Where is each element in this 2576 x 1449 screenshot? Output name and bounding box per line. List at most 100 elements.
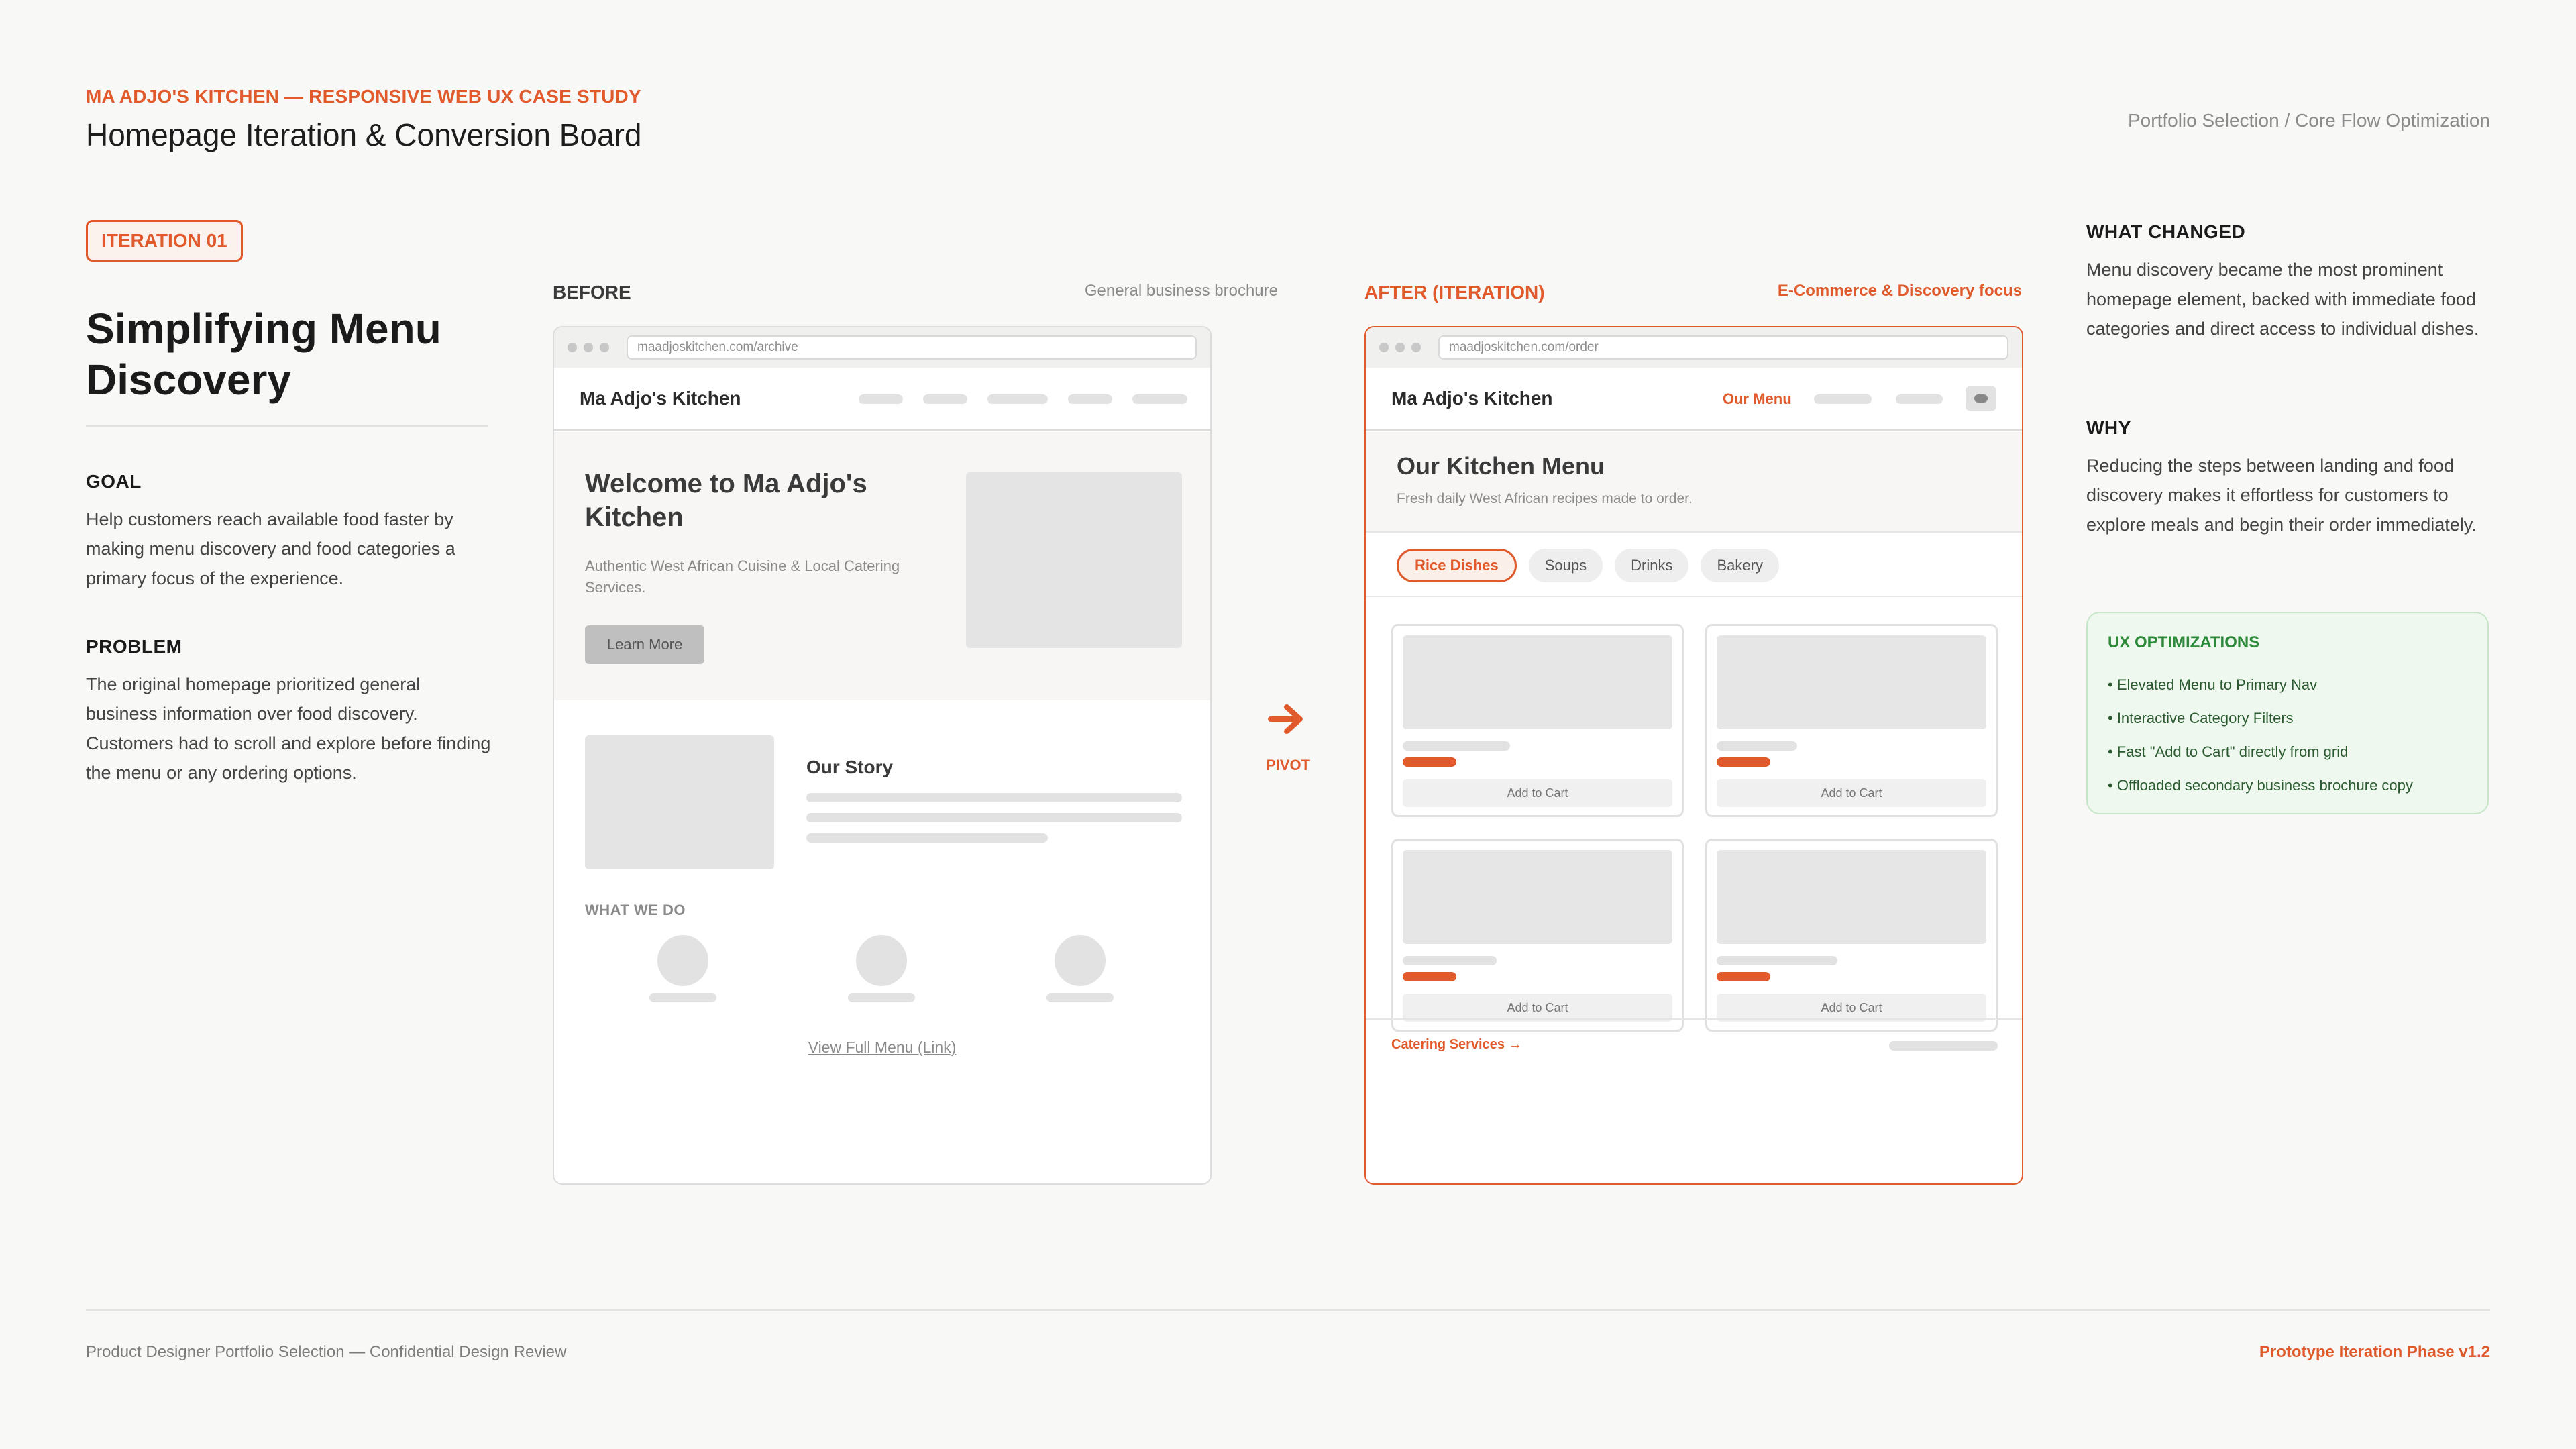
filter-chip-rice-dishes[interactable]: Rice Dishes — [1397, 549, 1517, 582]
catering-services-link[interactable]: Catering Services → — [1391, 1037, 1522, 1053]
footer-divider — [86, 1309, 2490, 1311]
hero-section: Welcome to Ma Adjo's Kitchen Authentic W… — [554, 432, 1210, 700]
dish-image-placeholder — [1717, 850, 1986, 944]
arrow-right-icon — [1268, 704, 1303, 734]
service-icon — [657, 935, 708, 986]
hero-image-placeholder — [966, 472, 1182, 648]
dish-card[interactable]: Add to Cart — [1705, 624, 1998, 817]
problem-text: The original homepage prioritized genera… — [86, 674, 491, 783]
window-dot-icon — [584, 343, 593, 352]
what-changed-label: WHAT CHANGED — [2086, 221, 2246, 242]
view-full-menu-link[interactable]: View Full Menu (Link) — [554, 1038, 1210, 1057]
hero-subtitle: Authentic West African Cuisine & Local C… — [585, 557, 900, 596]
story-image-placeholder — [585, 735, 774, 869]
what-we-do-heading: WHAT WE DO — [585, 902, 686, 918]
brand-logo[interactable]: Ma Adjo's Kitchen — [580, 388, 741, 409]
brand-logo[interactable]: Ma Adjo's Kitchen — [1391, 388, 1553, 409]
browser-chrome: maadjoskitchen.com/archive — [554, 327, 1210, 368]
before-browser-mockup: maadjoskitchen.com/archive Ma Adjo's Kit… — [553, 326, 1212, 1185]
add-to-cart-button[interactable]: Add to Cart — [1403, 779, 1672, 807]
why-text: Reducing the steps between landing and f… — [2086, 455, 2477, 535]
phase-label: Prototype Iteration Phase v1.2 — [2259, 1343, 2490, 1361]
before-navbar: Ma Adjo's Kitchen — [554, 368, 1210, 431]
menu-subtitle: Fresh daily West African recipes made to… — [1397, 491, 1693, 506]
nav-placeholder[interactable] — [1068, 394, 1112, 404]
after-caption: E-Commerce & Discovery focus — [1777, 282, 2022, 300]
price-placeholder — [1717, 972, 1770, 981]
add-to-cart-button[interactable]: Add to Cart — [1403, 994, 1672, 1022]
after-label: AFTER (ITERATION) — [1364, 282, 1545, 303]
text-placeholder — [806, 813, 1182, 822]
filter-chip-bakery[interactable]: Bakery — [1701, 549, 1779, 582]
ux-optimizations-title: UX OPTIMIZATIONS — [2108, 633, 2260, 651]
add-to-cart-button[interactable]: Add to Cart — [1717, 779, 1986, 807]
browser-chrome: maadjoskitchen.com/order — [1366, 327, 2022, 368]
text-placeholder — [806, 793, 1182, 802]
dish-image-placeholder — [1403, 635, 1672, 729]
board-title: Homepage Iteration & Conversion Board — [86, 117, 642, 152]
text-placeholder — [649, 993, 716, 1002]
problem-label: PROBLEM — [86, 636, 182, 657]
cart-icon[interactable] — [1966, 386, 1996, 411]
dish-card[interactable]: Add to Cart — [1391, 839, 1684, 1032]
divider — [86, 425, 488, 427]
nav-placeholder[interactable] — [1896, 394, 1943, 404]
nav-placeholder[interactable] — [859, 394, 903, 404]
window-dot-icon — [1395, 343, 1405, 352]
after-browser-mockup: maadjoskitchen.com/order Ma Adjo's Kitch… — [1364, 326, 2023, 1185]
nav-placeholder[interactable] — [923, 394, 967, 404]
case-study-kicker: MA ADJO'S KITCHEN — RESPONSIVE WEB UX CA… — [86, 86, 641, 107]
goal-label: GOAL — [86, 471, 142, 492]
nav-placeholder[interactable] — [1814, 394, 1872, 404]
text-placeholder — [1403, 741, 1510, 751]
address-bar[interactable]: maadjoskitchen.com/order — [1438, 335, 2008, 360]
category-filters: Rice Dishes Soups Drinks Bakery — [1397, 549, 1779, 582]
dish-image-placeholder — [1403, 850, 1672, 944]
learn-more-button[interactable]: Learn More — [585, 625, 704, 664]
filter-chip-drinks[interactable]: Drinks — [1615, 549, 1689, 582]
window-dot-icon — [568, 343, 577, 352]
pivot-label: PIVOT — [1265, 757, 1310, 773]
dish-image-placeholder — [1717, 635, 1986, 729]
nav-placeholder[interactable] — [987, 394, 1048, 404]
ux-optimizations-panel: UX OPTIMIZATIONS • Elevated Menu to Prim… — [2086, 612, 2489, 814]
ux-item: • Interactive Category Filters — [2108, 710, 2294, 727]
window-dot-icon — [1379, 343, 1389, 352]
after-navbar: Ma Adjo's Kitchen Our Menu — [1366, 368, 2022, 431]
text-placeholder — [1046, 993, 1114, 1002]
text-placeholder — [1889, 1041, 1998, 1051]
text-placeholder — [848, 993, 915, 1002]
before-caption: General business brochure — [1084, 282, 1278, 300]
ux-item: • Offloaded secondary business brochure … — [2108, 777, 2413, 794]
filter-chip-soups[interactable]: Soups — [1528, 549, 1603, 582]
hero-title: Welcome to Ma Adjo's Kitchen — [585, 469, 867, 532]
ux-item: • Fast "Add to Cart" directly from grid — [2108, 743, 2349, 760]
window-dot-icon — [1411, 343, 1421, 352]
menu-header: Our Kitchen Menu Fresh daily West Africa… — [1366, 432, 2022, 533]
divider — [1366, 596, 2022, 597]
ux-item: • Elevated Menu to Primary Nav — [2108, 676, 2318, 693]
add-to-cart-button[interactable]: Add to Cart — [1717, 994, 1986, 1022]
footer-note: Product Designer Portfolio Selection — C… — [86, 1343, 567, 1361]
goal-text: Help customers reach available food fast… — [86, 509, 455, 588]
story-title: Our Story — [806, 757, 894, 777]
divider — [1366, 1018, 2022, 1020]
price-placeholder — [1717, 757, 1770, 767]
why-label: WHY — [2086, 417, 2131, 438]
menu-title: Our Kitchen Menu — [1397, 452, 1605, 480]
nav-our-menu[interactable]: Our Menu — [1723, 390, 1792, 408]
iteration-badge: ITERATION 01 — [86, 220, 243, 262]
text-placeholder — [1403, 956, 1497, 965]
text-placeholder — [1717, 741, 1797, 751]
section-title: Simplifying Menu Discovery — [86, 305, 441, 404]
breadcrumb: Portfolio Selection / Core Flow Optimiza… — [2128, 110, 2490, 131]
price-placeholder — [1403, 972, 1456, 981]
window-dot-icon — [600, 343, 609, 352]
text-placeholder — [806, 833, 1048, 843]
dish-card[interactable]: Add to Cart — [1391, 624, 1684, 817]
dish-card[interactable]: Add to Cart — [1705, 839, 1998, 1032]
text-placeholder — [1717, 956, 1837, 965]
nav-placeholder[interactable] — [1132, 394, 1187, 404]
address-bar[interactable]: maadjoskitchen.com/archive — [627, 335, 1197, 360]
what-changed-text: Menu discovery became the most prominent… — [2086, 260, 2479, 339]
